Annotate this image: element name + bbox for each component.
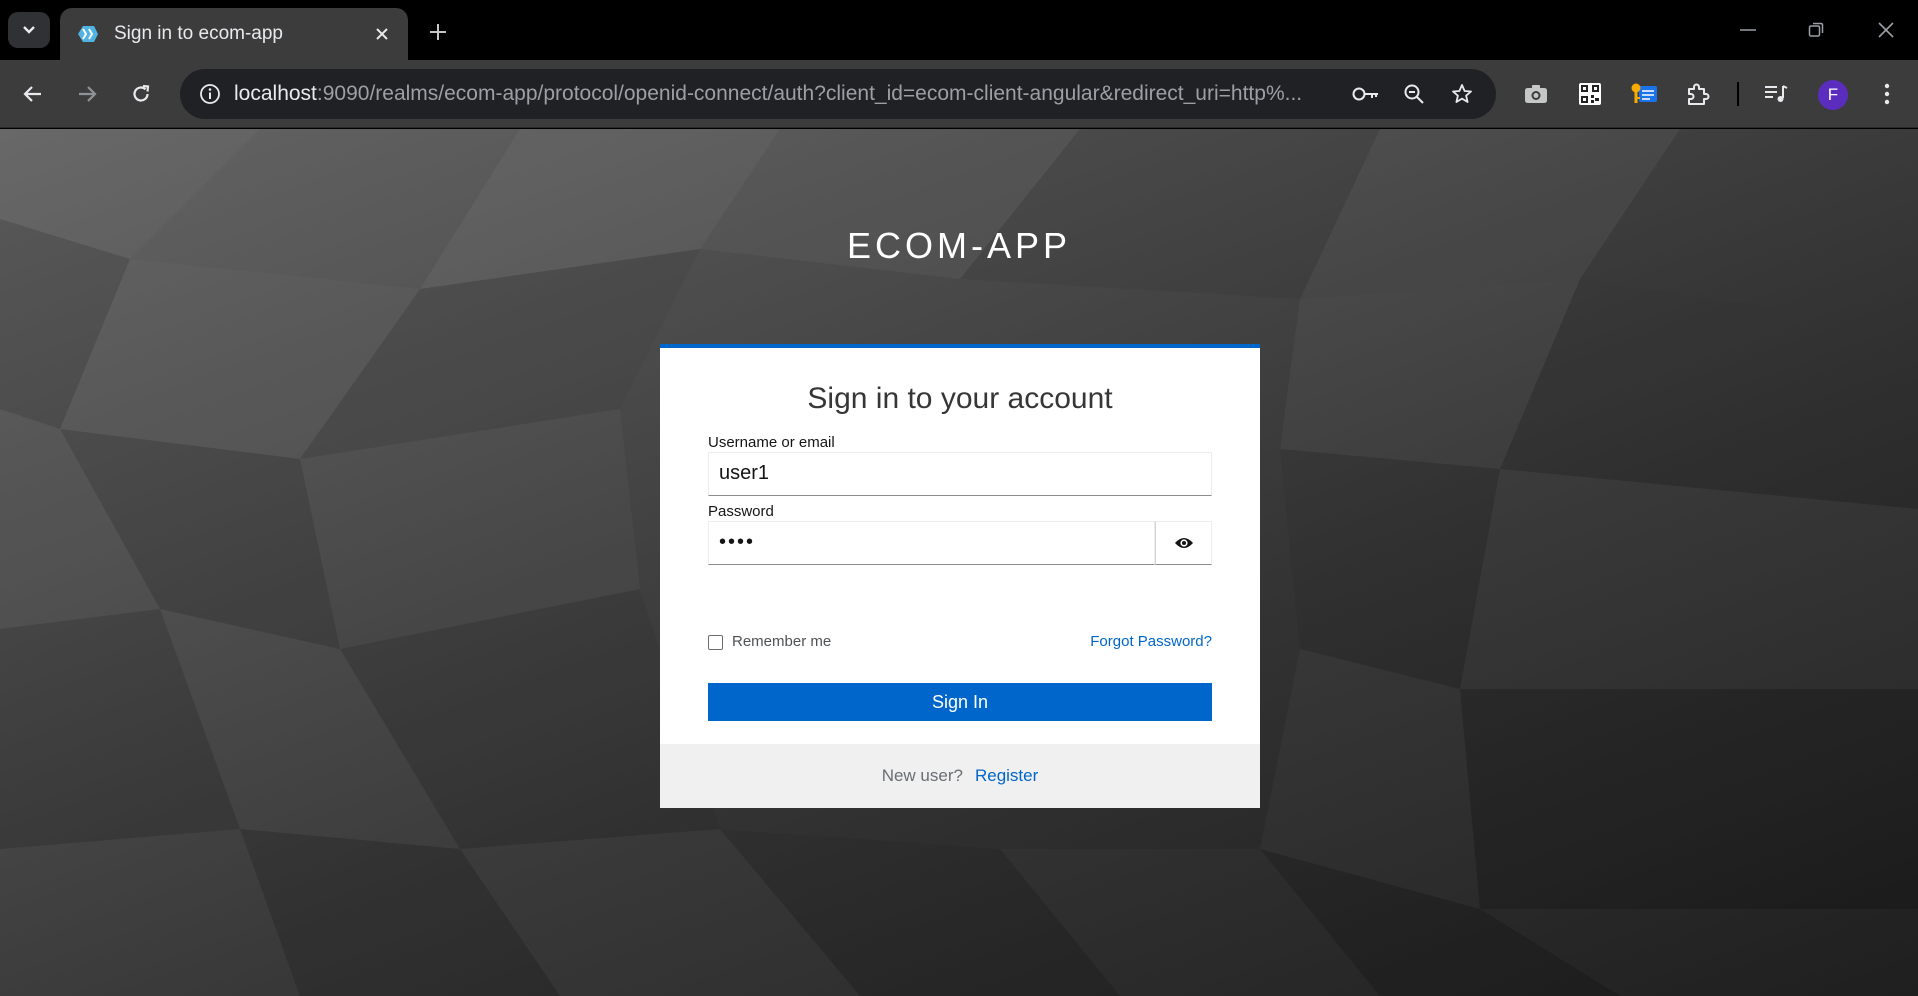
realm-title: ECOM-APP bbox=[846, 225, 1072, 266]
info-icon bbox=[200, 84, 220, 104]
register-link[interactable]: Register bbox=[975, 766, 1038, 786]
new-tab-button[interactable] bbox=[420, 14, 456, 50]
media-controls-button[interactable] bbox=[1757, 75, 1795, 113]
tab-strip: Sign in to ecom-app bbox=[0, 0, 1918, 60]
url-rest: :9090/realms/ecom-app/protocol/openid-co… bbox=[316, 82, 1303, 105]
key-extension-button[interactable] bbox=[1625, 75, 1663, 113]
username-input[interactable]: user1 bbox=[708, 452, 1212, 496]
eye-icon bbox=[1174, 538, 1193, 548]
back-icon bbox=[23, 86, 41, 102]
login-page: ECOM-APP Sign in to your account Usernam… bbox=[0, 129, 1918, 996]
favicon-icon bbox=[74, 24, 100, 44]
camera-icon bbox=[1525, 85, 1547, 103]
extensions-button[interactable] bbox=[1679, 75, 1717, 113]
restore-icon bbox=[1808, 22, 1824, 37]
forward-button[interactable] bbox=[66, 73, 108, 115]
reload-button[interactable] bbox=[120, 73, 162, 115]
remember-me-label[interactable]: Remember me bbox=[732, 633, 831, 650]
key-extension-icon bbox=[1631, 83, 1657, 103]
back-button[interactable] bbox=[12, 73, 54, 115]
close-icon bbox=[1878, 22, 1894, 38]
bookmark-button[interactable] bbox=[1446, 78, 1478, 110]
browser-toolbar: localhost:9090/realms/ecom-app/protocol/… bbox=[0, 60, 1918, 128]
minimize-icon bbox=[1740, 29, 1756, 31]
close-tab-button[interactable] bbox=[368, 20, 396, 48]
sign-in-button[interactable]: Sign In bbox=[708, 683, 1212, 721]
login-heading: Sign in to your account bbox=[807, 382, 1113, 415]
password-label: Password bbox=[708, 503, 774, 520]
puzzle-icon bbox=[1688, 83, 1710, 105]
login-card: Sign in to your account Username or emai… bbox=[660, 344, 1260, 808]
address-bar[interactable]: localhost:9090/realms/ecom-app/protocol/… bbox=[180, 69, 1496, 119]
menu-button[interactable] bbox=[1868, 75, 1906, 113]
media-queue-icon bbox=[1765, 85, 1788, 102]
url-host: localhost bbox=[234, 82, 317, 105]
forward-icon bbox=[79, 86, 97, 102]
restore-button[interactable] bbox=[1794, 12, 1838, 48]
qr-extension-button[interactable] bbox=[1571, 75, 1609, 113]
plus-icon bbox=[430, 24, 446, 40]
site-info-button[interactable] bbox=[194, 78, 226, 110]
more-vert-icon bbox=[1884, 83, 1890, 105]
chevron-down-icon bbox=[23, 26, 35, 34]
new-user-text: New user? bbox=[881, 766, 963, 785]
zoom-icon bbox=[1404, 84, 1424, 104]
close-window-button[interactable] bbox=[1864, 12, 1908, 48]
url-text[interactable]: localhost:9090/realms/ecom-app/protocol/… bbox=[234, 82, 1326, 106]
screenshot-extension-button[interactable] bbox=[1517, 75, 1555, 113]
password-input[interactable]: •••• bbox=[708, 521, 1155, 565]
reload-icon bbox=[133, 84, 150, 102]
forgot-password-link[interactable]: Forgot Password? bbox=[1090, 633, 1212, 650]
password-manager-button[interactable] bbox=[1350, 78, 1382, 110]
star-icon bbox=[1452, 84, 1472, 103]
card-footer: New user? Register bbox=[660, 744, 1260, 808]
close-icon bbox=[376, 28, 388, 40]
profile-avatar[interactable]: F bbox=[1818, 80, 1848, 110]
username-label: Username or email bbox=[708, 434, 835, 451]
zoom-button[interactable] bbox=[1398, 78, 1430, 110]
qr-code-icon bbox=[1579, 83, 1601, 105]
tab-title: Sign in to ecom-app bbox=[114, 23, 283, 44]
minimize-button[interactable] bbox=[1726, 12, 1770, 48]
tab-search-button[interactable] bbox=[8, 12, 50, 48]
toolbar-separator bbox=[1737, 82, 1739, 106]
key-icon bbox=[1352, 87, 1378, 101]
show-password-button[interactable] bbox=[1155, 521, 1212, 565]
remember-me-checkbox[interactable] bbox=[708, 635, 723, 650]
browser-tab[interactable]: Sign in to ecom-app bbox=[60, 8, 408, 60]
